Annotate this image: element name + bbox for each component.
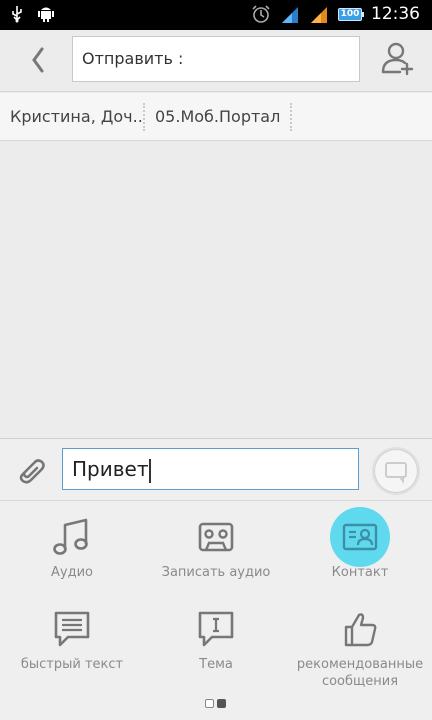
attachment-panel: Аудио Записать аудио Контакт быстрый тек…: [0, 500, 432, 720]
page-indicator: [205, 699, 226, 708]
clock: 12:36: [371, 4, 420, 24]
tile-label: рекомендованные сообщения: [296, 657, 424, 689]
contact-card-icon: [342, 523, 378, 551]
attach-button[interactable]: [14, 453, 48, 487]
cell-signal-icon: [311, 7, 327, 23]
back-button[interactable]: [20, 40, 56, 80]
tile-label: Тема: [199, 657, 233, 672]
music-note-icon: [53, 518, 88, 555]
send-message-icon: [385, 462, 407, 484]
tile-label: быстрый текст: [20, 657, 124, 672]
chevron-left-icon: [32, 47, 44, 73]
tile-label: Записать аудио: [161, 565, 271, 580]
battery-icon: 100: [338, 7, 364, 21]
conversation-area: [0, 142, 432, 438]
cassette-icon: [198, 522, 234, 552]
message-input[interactable]: Привет: [62, 448, 359, 490]
attach-audio[interactable]: Аудио: [0, 501, 144, 593]
attach-subject[interactable]: Тема: [144, 593, 288, 685]
add-contact-icon: [381, 42, 414, 76]
status-bar: 100 12:36: [0, 0, 432, 30]
wifi-signal-icon: [282, 7, 298, 23]
android-debug-icon: [38, 7, 54, 22]
tile-label: Аудио: [51, 565, 93, 580]
recipient-chip[interactable]: 05.Моб.Портал: [145, 102, 293, 131]
quick-text-icon: [54, 611, 90, 647]
alarm-icon: [252, 5, 270, 23]
subject-icon: [198, 611, 234, 647]
recipient-list: Кристина, Доч... 05.Моб.Портал: [0, 93, 432, 141]
attach-recommended-messages[interactable]: рекомендованные сообщения: [288, 593, 432, 689]
page-dot-active[interactable]: [217, 699, 226, 708]
attach-contact[interactable]: Контакт: [288, 501, 432, 593]
thumbs-up-icon: [344, 613, 377, 647]
paperclip-icon: [19, 459, 45, 484]
recipient-chip[interactable]: Кристина, Доч...: [0, 102, 145, 131]
attach-record-audio[interactable]: Записать аудио: [144, 501, 288, 593]
add-contact-button[interactable]: [380, 40, 416, 76]
send-button[interactable]: [372, 447, 420, 495]
page-dot[interactable]: [205, 699, 214, 708]
usb-icon: [12, 6, 22, 23]
tile-label: Контакт: [331, 565, 389, 580]
compose-bar: Привет: [0, 438, 432, 500]
recipient-input[interactable]: Отправить :: [72, 36, 360, 82]
attach-quick-text[interactable]: быстрый текст: [0, 593, 144, 685]
compose-header: Отправить :: [0, 30, 432, 92]
